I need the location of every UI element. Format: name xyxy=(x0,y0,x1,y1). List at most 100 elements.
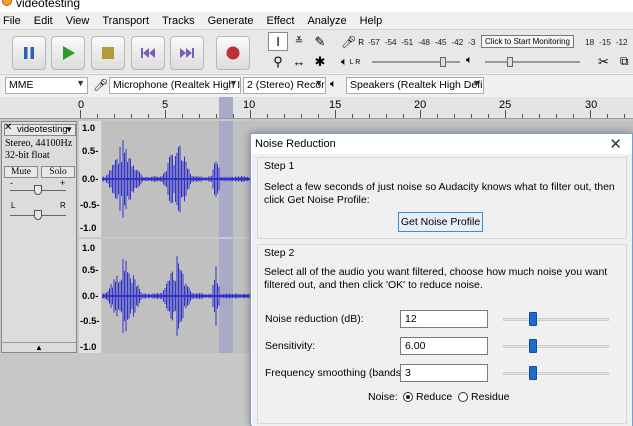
selection-tool[interactable]: I xyxy=(268,32,288,51)
noise-reduction-slider[interactable] xyxy=(503,310,609,328)
pause-icon xyxy=(24,47,34,59)
play-button[interactable] xyxy=(51,36,85,70)
mute-button[interactable]: Mute xyxy=(4,166,38,178)
menu-generate[interactable]: Generate xyxy=(208,15,254,27)
sensitivity-label: Sensitivity: xyxy=(265,340,316,352)
envelope-tool[interactable]: ≚ xyxy=(289,32,309,51)
slider-thumb[interactable] xyxy=(529,366,537,380)
sensitivity-slider[interactable] xyxy=(503,337,609,355)
reduce-radio[interactable]: Reduce xyxy=(403,391,452,403)
step1-instructions: Select a few seconds of just noise so Au… xyxy=(264,181,615,206)
meter-tick: -15 xyxy=(599,37,611,47)
slider-thumb[interactable] xyxy=(440,57,446,67)
skip-to-start-button[interactable] xyxy=(131,36,165,70)
menu-transport[interactable]: Transport xyxy=(102,15,149,27)
audio-host-select[interactable]: MME ▼ xyxy=(5,77,88,94)
i-beam-icon: I xyxy=(276,34,280,49)
ruler-tick xyxy=(437,114,438,118)
get-noise-profile-button[interactable]: Get Noise Profile xyxy=(398,212,483,232)
stop-button[interactable] xyxy=(91,36,125,70)
draw-tool[interactable]: ✎ xyxy=(310,32,330,51)
menu-help[interactable]: Help xyxy=(360,15,383,27)
playback-speaker-icon: 🔈︎ xyxy=(466,54,473,66)
close-track-icon[interactable]: ✕ xyxy=(4,122,12,133)
ruler-tick xyxy=(114,114,115,118)
start-monitoring-button[interactable]: Click to Start Monitoring xyxy=(481,35,574,48)
chevron-down-icon: ▼ xyxy=(472,78,481,88)
playback-device-select[interactable]: Speakers (Realtek High Defi ▼ xyxy=(346,77,484,94)
window-title: videotesting xyxy=(16,0,81,10)
slider-thumb[interactable] xyxy=(34,185,42,195)
slider-thumb[interactable] xyxy=(507,57,513,67)
menu-effect[interactable]: Effect xyxy=(267,15,295,27)
timeline-ruler[interactable]: 0 5 10 15 20 25 30 xyxy=(0,97,633,119)
pan-slider[interactable] xyxy=(10,210,66,220)
ruler-tick xyxy=(301,114,302,118)
step2-group: Step 2 Select all of the audio you want … xyxy=(257,244,627,424)
pause-button[interactable] xyxy=(12,36,46,70)
playback-volume-slider[interactable] xyxy=(485,57,580,67)
scale-label: 0.0- xyxy=(82,174,99,185)
frequency-smoothing-slider[interactable] xyxy=(503,364,609,382)
gain-slider[interactable] xyxy=(10,185,66,195)
ruler-tick xyxy=(80,110,81,118)
time-shift-tool[interactable]: ↔ xyxy=(289,52,309,71)
sensitivity-input[interactable]: 6.00 xyxy=(400,337,488,355)
toolbar: I ≚ ✎ ⚲ ↔ ✱ 🎤︎ R -57 -54 -51 -48 -45 -42 -3 Cl… xyxy=(0,29,633,73)
recording-channels-select[interactable]: 2 (Stereo) Recor ▼ xyxy=(243,77,326,94)
recording-device-select[interactable]: Microphone (Realtek High I ▼ xyxy=(109,77,241,94)
ruler-tick xyxy=(369,114,370,118)
ruler-tick xyxy=(624,114,625,118)
record-icon xyxy=(226,46,240,60)
slider-thumb[interactable] xyxy=(529,312,537,326)
noise-reduction-input[interactable]: 12 xyxy=(400,310,488,328)
menu-tracks[interactable]: Tracks xyxy=(162,15,195,27)
speaker-icon: 🔈︎ xyxy=(330,78,337,90)
track-format-info: Stereo, 44100Hz xyxy=(5,138,73,149)
solo-button[interactable]: Solo xyxy=(41,166,75,178)
noise-mode-label: Noise: xyxy=(368,391,398,403)
scale-label: 1.0 xyxy=(82,123,96,134)
noise-reduction-label: Noise reduction (dB): xyxy=(265,313,364,325)
ruler-tick xyxy=(250,110,251,118)
menu-view[interactable]: View xyxy=(66,15,90,27)
play-icon xyxy=(63,46,75,60)
residue-radio[interactable]: Residue xyxy=(458,391,510,403)
multi-tool[interactable]: ✱ xyxy=(310,52,330,71)
radio-dot xyxy=(403,392,413,402)
track-name-menu[interactable]: videotesting ▼ xyxy=(4,124,76,136)
ruler-tick xyxy=(573,114,574,118)
track-control-panel[interactable]: videotesting ▼ ✕ Stereo, 44100Hz 32-bit … xyxy=(1,121,77,353)
scale-label: -0.5- xyxy=(80,200,100,211)
frequency-smoothing-label: Frequency smoothing (bands): xyxy=(265,367,408,379)
ruler-tick xyxy=(454,114,455,118)
menu-analyze[interactable]: Analyze xyxy=(307,15,346,27)
ruler-tick xyxy=(318,114,319,118)
menu-edit[interactable]: Edit xyxy=(34,15,53,27)
slider-thumb[interactable] xyxy=(34,210,42,220)
scale-label: -1.0 xyxy=(80,342,97,353)
zoom-tool[interactable]: ⚲ xyxy=(268,52,288,71)
chevron-down-icon: ▼ xyxy=(76,78,85,88)
close-icon[interactable]: ✕ xyxy=(609,135,622,153)
cut-icon[interactable]: ✂︎ xyxy=(598,54,609,70)
recording-volume-slider[interactable] xyxy=(372,57,460,67)
playback-meter[interactable]: 🔈︎ L R xyxy=(341,52,360,72)
microphone-icon: 🎤︎ xyxy=(93,78,109,92)
scale-label: 0.0- xyxy=(82,291,99,302)
frequency-smoothing-input[interactable]: 3 xyxy=(400,364,488,382)
collapse-track-button[interactable]: ▲ xyxy=(2,342,76,353)
slider-thumb[interactable] xyxy=(529,339,537,353)
ruler-tick xyxy=(216,114,217,118)
ruler-tick xyxy=(420,110,421,118)
record-meter[interactable]: 🎤︎ R -57 -54 -51 -48 -45 -42 -3 xyxy=(341,32,480,52)
ruler-tick xyxy=(148,114,149,118)
meter-tick: -3 xyxy=(468,37,476,47)
record-button[interactable] xyxy=(216,36,250,70)
scale-label: 1.0 xyxy=(82,243,96,254)
ruler-tick xyxy=(352,114,353,118)
menu-file[interactable]: File xyxy=(3,15,21,27)
copy-icon[interactable]: ⧉ xyxy=(620,54,629,69)
meter-tick: -57 xyxy=(368,37,380,47)
skip-to-end-button[interactable] xyxy=(170,36,204,70)
